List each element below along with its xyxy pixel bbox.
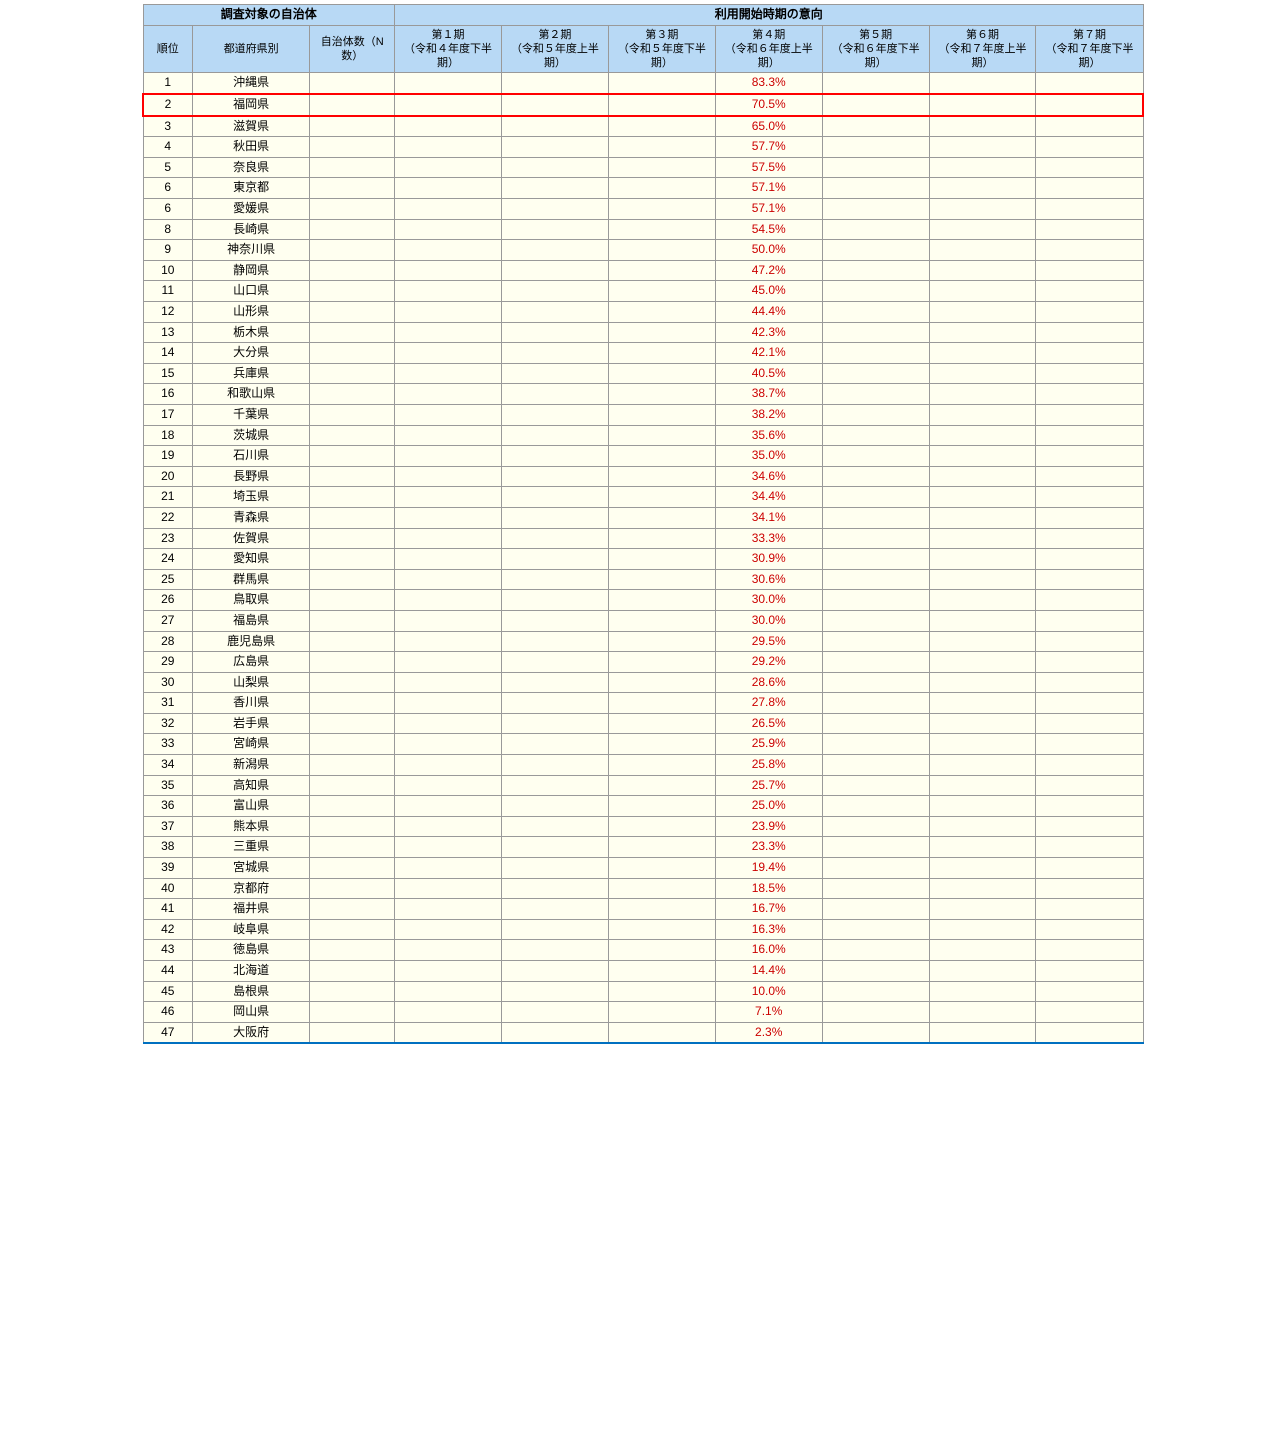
table-row: 15兵庫県40.5%	[143, 363, 1143, 384]
table-row: 37熊本県23.9%	[143, 816, 1143, 837]
table-row: 42岐阜県16.3%	[143, 919, 1143, 940]
period7-header: 第７期 （令和７年度下半期）	[1036, 25, 1143, 73]
table-row: 9神奈川県50.0%	[143, 240, 1143, 261]
table-row: 39宮城県19.4%	[143, 858, 1143, 879]
table-row: 12山形県44.4%	[143, 302, 1143, 323]
table-row: 46岡山県7.1%	[143, 1002, 1143, 1023]
table-row: 41福井県16.7%	[143, 899, 1143, 920]
table-row: 35高知県25.7%	[143, 775, 1143, 796]
period1-header: 第１期 （令和４年度下半期）	[395, 25, 502, 73]
rank-header: 順位	[143, 25, 193, 73]
table-row: 14大分県42.1%	[143, 343, 1143, 364]
survey-group-header: 調査対象の自治体	[143, 5, 395, 26]
pref-header: 都道府県別	[193, 25, 310, 73]
table-row: 34新潟県25.8%	[143, 755, 1143, 776]
table-row: 1沖縄県83.3%	[143, 73, 1143, 94]
table-body: 1沖縄県83.3%2福岡県70.5%3滋賀県65.0%4秋田県57.7%5奈良県…	[143, 73, 1143, 1043]
table-row: 24愛知県30.9%	[143, 549, 1143, 570]
header-row-sub: 順位 都道府県別 自治体数（N数） 第１期 （令和４年度下半期） 第２期 （令和…	[143, 25, 1143, 73]
main-table-wrapper: 調査対象の自治体 利用開始時期の意向 順位 都道府県別 自治体数（N数） 第１期…	[138, 0, 1148, 1048]
period3-header: 第３期 （令和５年度下半期）	[608, 25, 715, 73]
period2-header: 第２期 （令和５年度上半期）	[502, 25, 609, 73]
table-row: 33宮崎県25.9%	[143, 734, 1143, 755]
period5-header: 第５期 （令和６年度下半期）	[822, 25, 929, 73]
table-row: 6愛媛県57.1%	[143, 199, 1143, 220]
table-row: 47大阪府2.3%	[143, 1022, 1143, 1043]
period6-header: 第６期 （令和７年度上半期）	[929, 25, 1036, 73]
table-row: 28鹿児島県29.5%	[143, 631, 1143, 652]
table-row: 4秋田県57.7%	[143, 137, 1143, 158]
table-row: 44北海道14.4%	[143, 961, 1143, 982]
period4-header: 第４期 （令和６年度上半期）	[715, 25, 822, 73]
table-row: 16和歌山県38.7%	[143, 384, 1143, 405]
count-header: 自治体数（N数）	[310, 25, 395, 73]
table-row: 10静岡県47.2%	[143, 260, 1143, 281]
table-row: 20長野県34.6%	[143, 466, 1143, 487]
table-row: 45島根県10.0%	[143, 981, 1143, 1002]
table-row: 43徳島県16.0%	[143, 940, 1143, 961]
table-row: 11山口県45.0%	[143, 281, 1143, 302]
table-row: 40京都府18.5%	[143, 878, 1143, 899]
table-row: 6東京都57.1%	[143, 178, 1143, 199]
table-row: 21埼玉県34.4%	[143, 487, 1143, 508]
table-row: 30山梨県28.6%	[143, 672, 1143, 693]
table-row: 23佐賀県33.3%	[143, 528, 1143, 549]
table-row: 29広島県29.2%	[143, 652, 1143, 673]
table-row: 25群馬県30.6%	[143, 569, 1143, 590]
intent-group-header: 利用開始時期の意向	[395, 5, 1143, 26]
table-row: 17千葉県38.2%	[143, 404, 1143, 425]
table-row: 36富山県25.0%	[143, 796, 1143, 817]
table-row: 22青森県34.1%	[143, 507, 1143, 528]
header-row-top: 調査対象の自治体 利用開始時期の意向	[143, 5, 1143, 26]
table-row: 38三重県23.3%	[143, 837, 1143, 858]
table-row: 3滋賀県65.0%	[143, 116, 1143, 137]
table-row: 26鳥取県30.0%	[143, 590, 1143, 611]
table-row: 2福岡県70.5%	[143, 94, 1143, 116]
table-row: 13栃木県42.3%	[143, 322, 1143, 343]
table-row: 8長崎県54.5%	[143, 219, 1143, 240]
table-row: 27福島県30.0%	[143, 610, 1143, 631]
table-row: 19石川県35.0%	[143, 446, 1143, 467]
table-row: 18茨城県35.6%	[143, 425, 1143, 446]
table-row: 32岩手県26.5%	[143, 713, 1143, 734]
table-row: 5奈良県57.5%	[143, 157, 1143, 178]
table-row: 31香川県27.8%	[143, 693, 1143, 714]
ranking-table: 調査対象の自治体 利用開始時期の意向 順位 都道府県別 自治体数（N数） 第１期…	[142, 4, 1144, 1044]
